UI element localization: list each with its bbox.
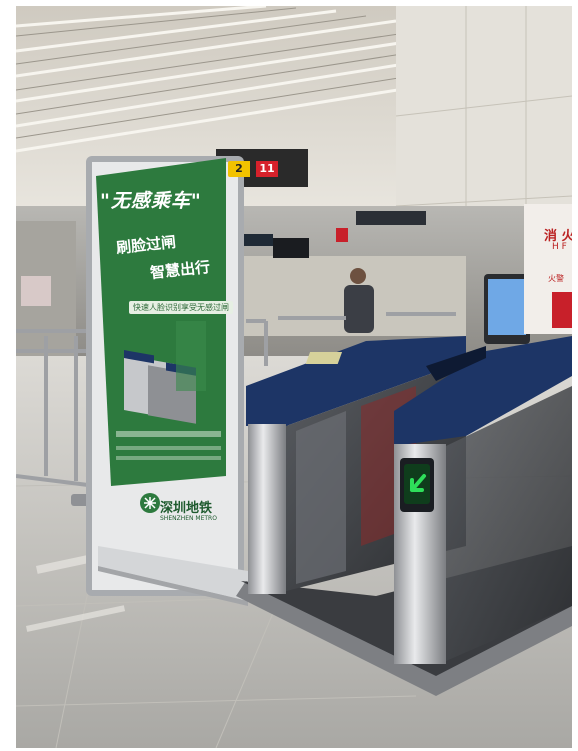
green-arrow-icon bbox=[410, 474, 426, 492]
banner-subtitle: 快速人脸识别享受无感过闸 bbox=[129, 301, 233, 314]
fire-hydrant-sign-en: H F bbox=[552, 242, 567, 252]
metro-gate-photo: 2 11 "无感乘车" 刷脸过闸 智慧出行 快速人脸识别享受无感过闸 深圳地铁 … bbox=[16, 6, 572, 748]
fire-alarm-sign: 火警 bbox=[548, 274, 564, 283]
scene-illustration bbox=[16, 6, 572, 748]
metro-brand-name: 深圳地铁 bbox=[160, 501, 213, 516]
line-badge: 11 bbox=[256, 161, 278, 177]
banner-title: "无感乘车" bbox=[100, 190, 202, 212]
exit-badge: 2 bbox=[228, 161, 250, 177]
metro-brand-english: SHENZHEN METRO bbox=[160, 515, 217, 522]
